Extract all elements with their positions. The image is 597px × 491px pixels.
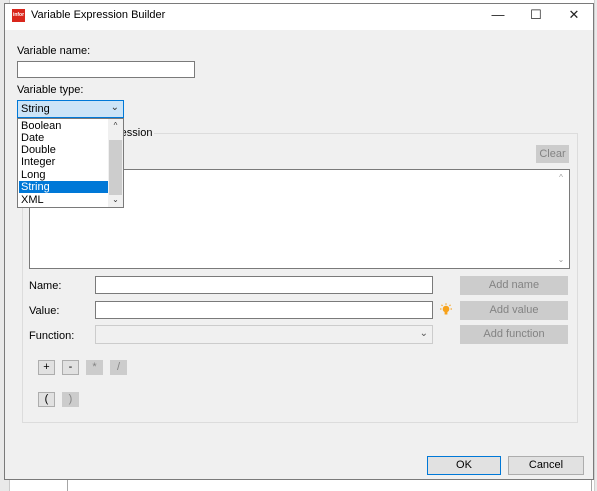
lightbulb-icon[interactable] bbox=[439, 303, 453, 317]
value-label: Value: bbox=[29, 305, 60, 317]
close-button[interactable]: ✕ bbox=[557, 4, 591, 26]
scroll-up-icon[interactable]: ^ bbox=[553, 173, 569, 187]
background-divider-right bbox=[591, 480, 592, 491]
type-option-xml[interactable]: XML bbox=[19, 194, 110, 206]
add-function-button[interactable]: Add function bbox=[460, 325, 568, 344]
variable-type-label: Variable type: bbox=[17, 84, 84, 96]
divide-operator-button[interactable]: / bbox=[110, 360, 127, 375]
type-option-double[interactable]: Double bbox=[19, 144, 110, 156]
window-title: Variable Expression Builder bbox=[31, 9, 166, 21]
close-paren-button[interactable]: ) bbox=[62, 392, 79, 407]
variable-name-label: Variable name: bbox=[17, 45, 91, 57]
function-label: Function: bbox=[29, 330, 75, 342]
multiply-operator-button[interactable]: * bbox=[86, 360, 103, 375]
minimize-button[interactable]: — bbox=[481, 4, 515, 26]
scroll-up-icon[interactable]: ^ bbox=[108, 120, 123, 132]
type-option-string[interactable]: String bbox=[19, 181, 110, 193]
variable-type-selected-value: String bbox=[21, 103, 50, 115]
editor-scrollbar[interactable]: ^ ⌄ bbox=[553, 170, 569, 268]
app-logo-icon: infor bbox=[12, 9, 25, 22]
value-input[interactable] bbox=[95, 301, 433, 319]
function-select[interactable]: ⌄ bbox=[95, 325, 433, 344]
clear-button[interactable]: Clear bbox=[536, 145, 569, 163]
variable-name-input[interactable] bbox=[17, 61, 195, 78]
ok-button[interactable]: OK bbox=[427, 456, 501, 475]
add-name-button[interactable]: Add name bbox=[460, 276, 568, 295]
chevron-down-icon: ⌄ bbox=[110, 102, 119, 113]
open-paren-button[interactable]: ( bbox=[38, 392, 55, 407]
variable-type-dropdown-list[interactable]: Boolean Date Double Integer Long String … bbox=[17, 118, 124, 208]
maximize-button[interactable]: ☐ bbox=[519, 4, 553, 26]
minus-operator-button[interactable]: - bbox=[62, 360, 79, 375]
scroll-down-icon[interactable]: ⌄ bbox=[108, 194, 123, 206]
scroll-thumb[interactable] bbox=[109, 140, 122, 195]
type-option-integer[interactable]: Integer bbox=[19, 156, 110, 168]
scroll-down-icon[interactable]: ⌄ bbox=[553, 255, 569, 269]
name-input[interactable] bbox=[95, 276, 433, 294]
variable-type-select[interactable]: String ⌄ bbox=[17, 100, 124, 118]
add-value-button[interactable]: Add value bbox=[460, 301, 568, 320]
type-option-date[interactable]: Date bbox=[19, 132, 110, 144]
plus-operator-button[interactable]: + bbox=[38, 360, 55, 375]
dropdown-scrollbar[interactable]: ^ ⌄ bbox=[108, 119, 123, 207]
background-divider bbox=[67, 480, 68, 491]
cancel-button[interactable]: Cancel bbox=[508, 456, 584, 475]
chevron-down-icon: ⌄ bbox=[419, 328, 428, 339]
type-option-long[interactable]: Long bbox=[19, 169, 110, 181]
type-option-boolean[interactable]: Boolean bbox=[19, 120, 110, 132]
name-label: Name: bbox=[29, 280, 62, 292]
